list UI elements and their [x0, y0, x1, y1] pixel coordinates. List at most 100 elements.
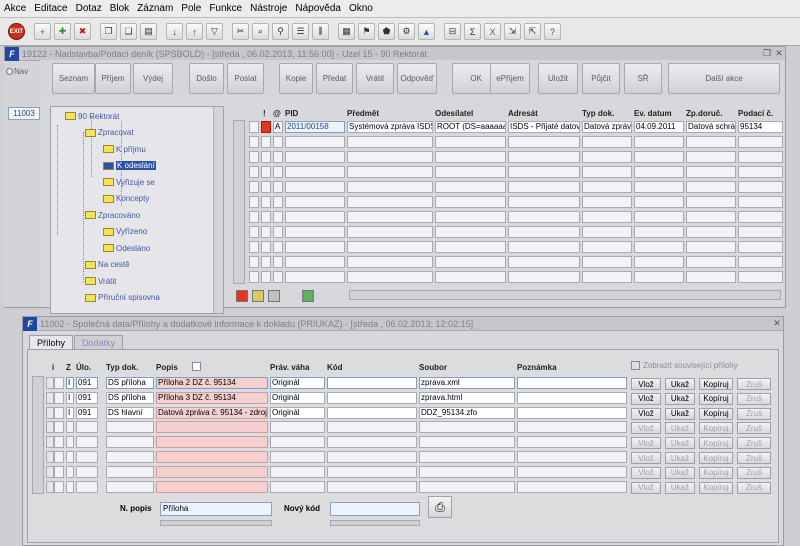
- filter-icon[interactable]: ▽: [206, 23, 223, 40]
- grid-cell[interactable]: [738, 211, 783, 223]
- row-button[interactable]: Vlož: [631, 407, 661, 420]
- grid-cell[interactable]: [419, 465, 515, 478]
- row-selector[interactable]: [46, 451, 54, 463]
- grid-cell[interactable]: [327, 465, 417, 478]
- grid-cell[interactable]: [156, 421, 268, 434]
- grid-cell[interactable]: [517, 451, 627, 463]
- show-related-checkbox[interactable]: [631, 361, 640, 370]
- row-checkbox[interactable]: [249, 181, 259, 193]
- action-button[interactable]: Výdej: [133, 63, 173, 94]
- row-button[interactable]: Kopíruj: [699, 466, 733, 479]
- grid-cell[interactable]: [634, 196, 684, 208]
- grid-cell[interactable]: [156, 451, 268, 463]
- grid-cell[interactable]: [435, 181, 506, 193]
- row-selector[interactable]: [46, 421, 54, 434]
- menu-item[interactable]: Záznam: [137, 3, 173, 14]
- grid-cell[interactable]: [686, 196, 736, 208]
- grid-cell[interactable]: [347, 256, 433, 268]
- menu-item[interactable]: Funkce: [209, 3, 242, 14]
- copy-record-icon[interactable]: ❏: [120, 23, 137, 40]
- tab-prilohy[interactable]: Přílohy: [29, 335, 74, 349]
- row-checkbox[interactable]: [249, 196, 259, 208]
- grid-cell[interactable]: [517, 406, 627, 419]
- grid-cell[interactable]: zprava.xml: [419, 377, 515, 389]
- grid-cell[interactable]: [106, 480, 154, 493]
- copy-icon[interactable]: ❐: [100, 23, 117, 40]
- grid-cell[interactable]: Originál: [270, 406, 325, 419]
- row-checkbox[interactable]: [249, 226, 259, 238]
- grid-cell[interactable]: [517, 436, 627, 449]
- grid-cell[interactable]: [634, 256, 684, 268]
- row-button[interactable]: Vlož: [631, 422, 661, 435]
- close-icon[interactable]: ✕: [773, 48, 785, 59]
- tree-scrollbar[interactable]: [213, 107, 223, 313]
- grid-cell[interactable]: [517, 421, 627, 434]
- grid-cell[interactable]: [285, 166, 345, 178]
- grid-cell[interactable]: [738, 166, 783, 178]
- action-button[interactable]: Poslat: [227, 63, 264, 94]
- action-button[interactable]: Odpověď: [397, 63, 437, 94]
- row-checkbox[interactable]: [249, 151, 259, 163]
- grid-cell[interactable]: [738, 256, 783, 268]
- grid-cell[interactable]: [634, 166, 684, 178]
- row-button[interactable]: Zruš: [737, 378, 771, 390]
- novy-kod-field[interactable]: [330, 502, 420, 516]
- grid-cell[interactable]: [347, 181, 433, 193]
- kod-hscroll[interactable]: [330, 520, 420, 526]
- restore-icon[interactable]: ❐: [761, 48, 773, 59]
- grid-cell[interactable]: [435, 256, 506, 268]
- grid-cell[interactable]: [435, 241, 506, 253]
- grid-cell[interactable]: [634, 211, 684, 223]
- tree-node[interactable]: Příruční spisovna: [85, 291, 160, 305]
- row-button[interactable]: Zruš: [737, 466, 771, 479]
- row-button[interactable]: Zruš: [737, 407, 771, 420]
- export-icon[interactable]: ⇲: [504, 23, 521, 40]
- grid-cell[interactable]: [327, 436, 417, 449]
- grid-cell[interactable]: [738, 196, 783, 208]
- grid-cell[interactable]: [435, 226, 506, 238]
- grid-cell[interactable]: [347, 211, 433, 223]
- tree-node[interactable]: Odesláno: [103, 241, 150, 255]
- grid-cell[interactable]: [634, 181, 684, 193]
- row-checkbox[interactable]: [249, 241, 259, 253]
- grid-cell[interactable]: [686, 136, 736, 148]
- grid-cell[interactable]: [347, 166, 433, 178]
- grid-cell[interactable]: [508, 151, 580, 163]
- row-button[interactable]: Vlož: [631, 437, 661, 450]
- row-checkbox[interactable]: [249, 211, 259, 223]
- action-button[interactable]: Došlo: [189, 63, 224, 94]
- grid-cell[interactable]: [686, 271, 736, 283]
- grid-cell[interactable]: [285, 211, 345, 223]
- grid-cell[interactable]: [508, 256, 580, 268]
- menu-item[interactable]: Nápověda: [295, 3, 341, 14]
- grid-cell[interactable]: Příloha 2 DZ č. 95134: [156, 377, 268, 389]
- grid-cell[interactable]: [327, 406, 417, 419]
- row-i[interactable]: [54, 480, 64, 493]
- row-button[interactable]: Ukaž: [665, 407, 695, 420]
- row-checkbox[interactable]: [249, 166, 259, 178]
- grid-cell[interactable]: [435, 196, 506, 208]
- sort-desc-icon[interactable]: ↑: [186, 23, 203, 40]
- delete-record-icon[interactable]: ✖: [74, 23, 91, 40]
- shield-icon[interactable]: ⬟: [378, 23, 395, 40]
- grid-cell[interactable]: [327, 377, 417, 389]
- menu-item[interactable]: Blok: [110, 3, 129, 14]
- tree-node[interactable]: 90 Rektorát: [65, 109, 119, 123]
- row-button[interactable]: Ukaž: [665, 422, 695, 435]
- action-button[interactable]: Kopie: [279, 63, 313, 94]
- grid-cell[interactable]: [347, 136, 433, 148]
- list-icon[interactable]: ☰: [292, 23, 309, 40]
- columns-icon[interactable]: ⫼: [312, 23, 329, 40]
- row-checkbox[interactable]: [249, 271, 259, 283]
- grid-cell[interactable]: [517, 377, 627, 389]
- row-i[interactable]: [54, 406, 64, 419]
- action-button[interactable]: Předat: [316, 63, 353, 94]
- grid-cell[interactable]: [634, 226, 684, 238]
- grid-cell[interactable]: [582, 211, 632, 223]
- row-button[interactable]: Kopíruj: [699, 422, 733, 435]
- grid-cell[interactable]: [686, 226, 736, 238]
- grid-cell[interactable]: [76, 465, 98, 478]
- menu-item[interactable]: Editace: [34, 3, 67, 14]
- menu-item[interactable]: Dotaz: [76, 3, 102, 14]
- grid-cell[interactable]: [285, 181, 345, 193]
